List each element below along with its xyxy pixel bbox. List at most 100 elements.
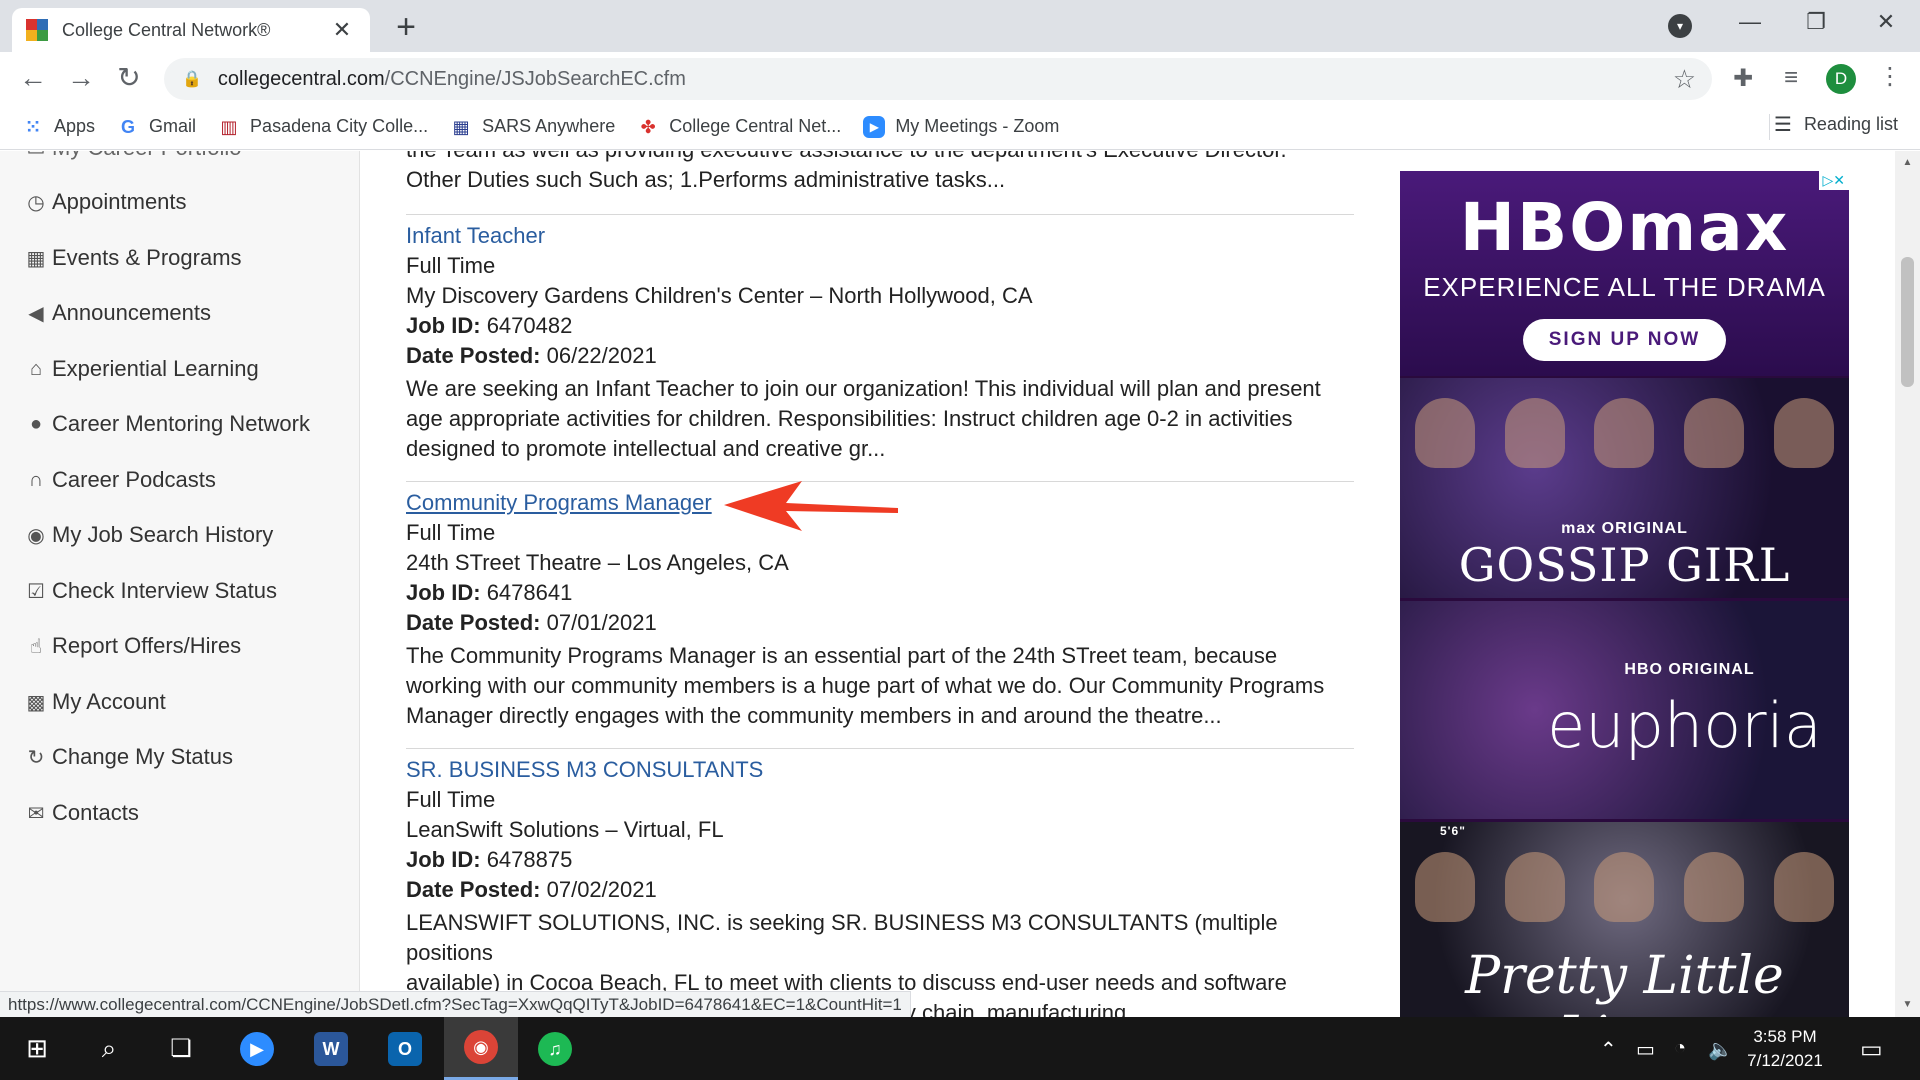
- new-tab-button[interactable]: +: [388, 10, 424, 44]
- bookmark-apps[interactable]: ⁙ Apps: [22, 116, 95, 138]
- bookmark-star-icon[interactable]: ☆: [1673, 64, 1696, 95]
- taskbar-app-chrome[interactable]: ◉: [444, 1017, 518, 1080]
- address-bar[interactable]: 🔒 collegecentral.com/CCNEngine/JSJobSear…: [164, 58, 1712, 100]
- bookmark-gmail[interactable]: G Gmail: [117, 116, 196, 138]
- task-view-icon: ❏: [170, 1035, 192, 1062]
- bookmark-ccn[interactable]: ✤ College Central Net...: [637, 116, 842, 138]
- bookmark-sars[interactable]: ▦ SARS Anywhere: [450, 116, 616, 138]
- url-host: collegecentral.com: [217, 67, 385, 90]
- job-title-link[interactable]: SR. BUSINESS M3 CONSULTANTS: [406, 755, 1354, 785]
- sidebar-item-career-portfolio[interactable]: ▭ My Career Portfolio: [24, 151, 242, 161]
- profile-avatar[interactable]: D: [1826, 64, 1856, 94]
- sidebar-item-events[interactable]: ▦ Events & Programs: [24, 245, 242, 271]
- zoom-icon: ▶: [240, 1031, 274, 1066]
- sidebar-item-change-status[interactable]: ↻ Change My Status: [24, 744, 233, 770]
- ad-panel-pll: 5'6" Pretty Little Liars: [1400, 822, 1849, 1017]
- sidebar-item-label: My Account: [52, 689, 166, 714]
- page-scrollbar[interactable]: ▲ ▼: [1895, 151, 1920, 1017]
- tab-close-icon[interactable]: ✕: [328, 17, 356, 43]
- job-id-label: Job ID:: [406, 580, 481, 605]
- search-icon: ⌕: [101, 1032, 117, 1063]
- extensions-icon[interactable]: ✚: [1727, 64, 1759, 93]
- job-description: The Community Programs Manager is an ess…: [406, 641, 1354, 731]
- ad-panel-euphoria: HBO ORIGINAL euphoria: [1400, 601, 1849, 819]
- notifications-icon[interactable]: ▭: [1860, 1035, 1883, 1064]
- tab-search-icon[interactable]: ▾: [1668, 14, 1692, 38]
- link-status-bar: https://www.collegecentral.com/CCNEngine…: [0, 991, 911, 1017]
- bookmark-pasadena[interactable]: ▥ Pasadena City Colle...: [218, 116, 429, 138]
- minimize-icon[interactable]: —: [1730, 6, 1770, 38]
- taskbar-clock[interactable]: 3:58 PM 7/12/2021: [1730, 1025, 1840, 1073]
- job-title-link[interactable]: Infant Teacher: [406, 221, 1354, 251]
- taskbar-app-outlook[interactable]: O: [368, 1017, 442, 1080]
- ad-show-title: euphoria: [1547, 689, 1822, 762]
- sidebar-item-interview-status[interactable]: ☑ Check Interview Status: [24, 578, 277, 604]
- sidebar-item-appointments[interactable]: ◷ Appointments: [24, 189, 187, 215]
- scrollbar-thumb[interactable]: [1901, 257, 1914, 387]
- job-type: Full Time: [406, 787, 496, 812]
- scroll-up-icon[interactable]: ▲: [1895, 157, 1920, 168]
- date-posted-row: Date Posted: 06/22/2021: [406, 341, 1354, 371]
- sidebar-item-podcasts[interactable]: ∩ Career Podcasts: [24, 467, 216, 493]
- reload-icon[interactable]: ↻: [112, 62, 146, 94]
- job-description-line: designed to promote intellectual and cre…: [406, 436, 886, 461]
- refresh-icon: ↻: [27, 746, 45, 769]
- sidebar-item-label: Events & Programs: [52, 245, 242, 270]
- restore-icon[interactable]: ❐: [1796, 6, 1836, 38]
- sidebar-item-contacts[interactable]: ✉ Contacts: [24, 800, 139, 826]
- bookmark-zoom[interactable]: ▶ My Meetings - Zoom: [863, 115, 1059, 138]
- ad-show-title: Pretty Little Liars: [1465, 946, 1784, 1017]
- job-description-line: We are seeking an Infant Teacher to join…: [406, 376, 1321, 401]
- job-employer: My Discovery Gardens Children's Center –…: [406, 283, 1033, 308]
- pasadena-logo-icon: ▥: [220, 116, 238, 137]
- job-description-line: LEANSWIFT SOLUTIONS, INC. is seeking SR.…: [406, 910, 1278, 965]
- job-id-row: Job ID: 6470482: [406, 311, 1354, 341]
- sidebar-item-label: Appointments: [52, 189, 187, 214]
- sidebar-item-announcements[interactable]: ◀ Announcements: [24, 300, 211, 326]
- word-icon: W: [314, 1031, 348, 1066]
- close-window-icon[interactable]: ✕: [1866, 6, 1906, 38]
- job-type: Full Time: [406, 253, 496, 278]
- scroll-down-icon[interactable]: ▼: [1895, 999, 1920, 1010]
- clock-icon: ◷: [27, 191, 45, 214]
- ccn-logo-icon: ✤: [640, 116, 656, 137]
- apps-grid-icon: ⁙: [25, 116, 41, 137]
- sidebar-item-experiential[interactable]: ⌂ Experiential Learning: [24, 356, 259, 382]
- menu-icon[interactable]: ⋮: [1878, 62, 1902, 91]
- sidebar-item-job-history[interactable]: ◉ My Job Search History: [24, 522, 273, 548]
- graduation-cap-icon: ⌂: [29, 357, 43, 380]
- sidebar-item-mentoring[interactable]: ● Career Mentoring Network: [24, 411, 310, 437]
- thumbs-up-icon: ☝: [29, 635, 43, 658]
- task-view-button[interactable]: ❏: [144, 1017, 218, 1080]
- taskbar-app-zoom[interactable]: ▶: [220, 1017, 294, 1080]
- tray-chevron-icon[interactable]: ⌃: [1600, 1037, 1617, 1062]
- zoom-icon: ▶: [863, 115, 886, 138]
- back-icon[interactable]: ←: [16, 62, 50, 94]
- headphones-icon: ∩: [28, 468, 44, 491]
- start-button[interactable]: ⊞: [0, 1017, 74, 1080]
- adchoices-icon[interactable]: ▷✕: [1818, 171, 1849, 190]
- sidebar-item-account[interactable]: ▩ My Account: [24, 689, 166, 715]
- wifi-icon[interactable]: ◔: [1674, 1037, 1686, 1060]
- search-button[interactable]: ⌕: [72, 1017, 146, 1080]
- sidebar-item-offers[interactable]: ☝ Report Offers/Hires: [24, 633, 241, 659]
- sidebar-item-label: Career Mentoring Network: [52, 411, 310, 436]
- account-icon: ▩: [26, 691, 46, 714]
- forward-icon[interactable]: →: [64, 62, 98, 94]
- lock-icon: 🔒: [182, 71, 202, 88]
- tab-title: College Central Network®: [62, 19, 271, 40]
- calendar-icon: ▦: [26, 247, 46, 270]
- taskbar-app-spotify[interactable]: ♫: [518, 1017, 592, 1080]
- hbomax-logo: HBOmax: [1459, 189, 1790, 266]
- hbomax-ad[interactable]: HBOmax EXPERIENCE ALL THE DRAMA SIGN UP …: [1400, 171, 1849, 1017]
- ad-signup-button[interactable]: SIGN UP NOW: [1522, 319, 1727, 361]
- date-posted-value: 07/01/2021: [546, 610, 657, 635]
- battery-icon[interactable]: ▭: [1636, 1037, 1655, 1062]
- media-queue-icon[interactable]: ≡: [1775, 64, 1807, 92]
- taskbar-app-word[interactable]: W: [294, 1017, 368, 1080]
- job-description: We are seeking an Infant Teacher to join…: [406, 374, 1354, 464]
- browser-tab[interactable]: College Central Network® ✕: [12, 8, 370, 52]
- sidebar-item-label: Career Podcasts: [52, 467, 216, 492]
- reading-list-button[interactable]: ☰ Reading list: [1774, 112, 1898, 137]
- tab-strip: College Central Network® ✕ + ▾ — ❐ ✕: [0, 0, 1920, 52]
